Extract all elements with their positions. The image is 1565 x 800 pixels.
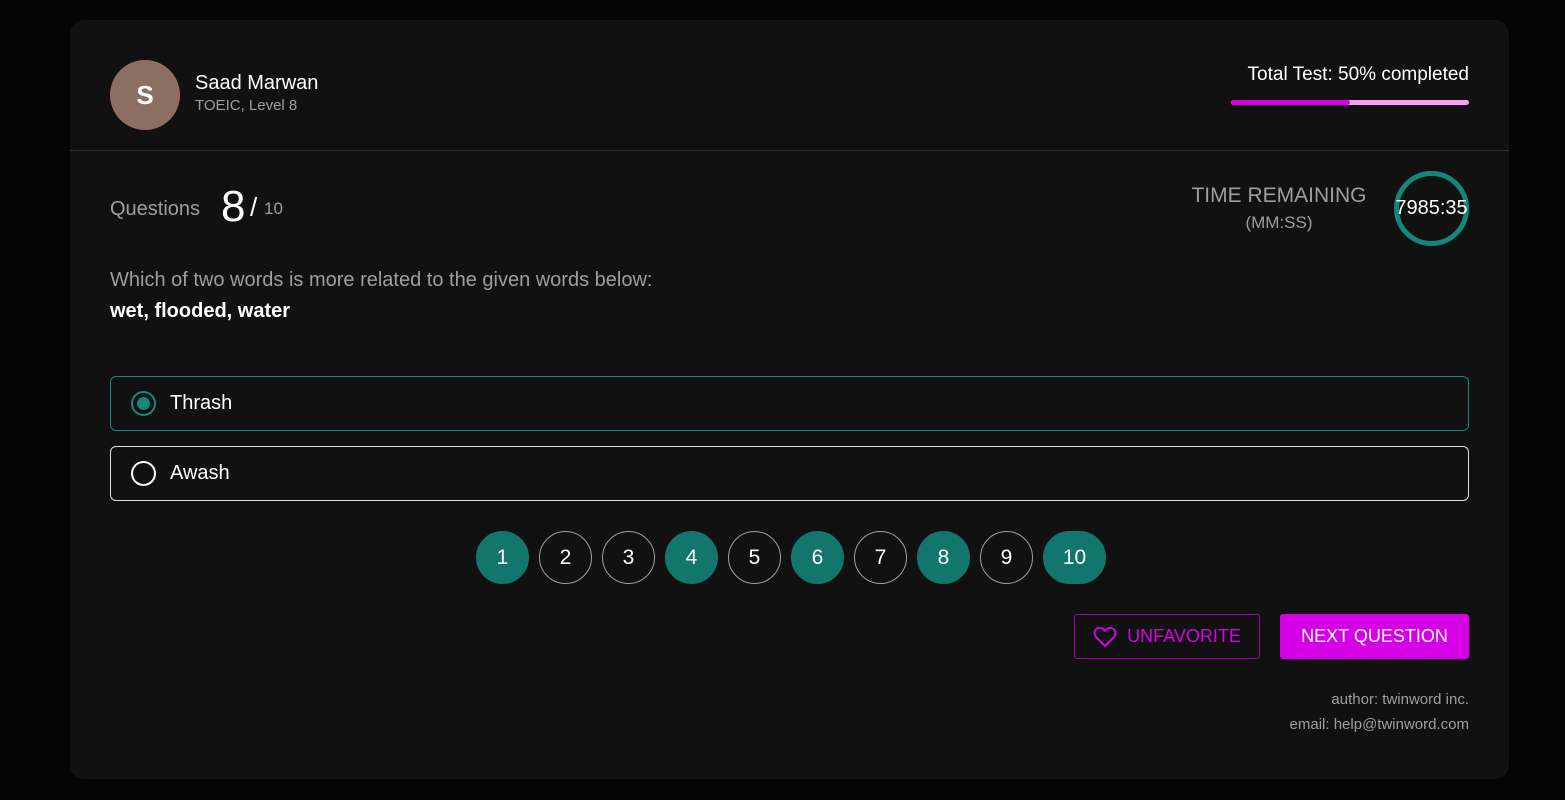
time-format-label: (MM:SS) bbox=[1245, 213, 1313, 232]
timer-value: 7985:35 bbox=[1395, 197, 1468, 219]
page-button-5[interactable]: 5 bbox=[728, 531, 781, 584]
current-question-number: 8 bbox=[221, 182, 246, 231]
test-progress-fill bbox=[1231, 100, 1350, 105]
unfavorite-button[interactable]: UNFAVORITE bbox=[1074, 614, 1260, 659]
email-text: email: help@twinword.com bbox=[1289, 716, 1469, 733]
answer-option-label: Awash bbox=[170, 462, 230, 484]
page-button-9[interactable]: 9 bbox=[980, 531, 1033, 584]
page-button-6[interactable]: 6 bbox=[791, 531, 844, 584]
test-progress-label: Total Test: 50% completed bbox=[1247, 64, 1469, 85]
page-button-2[interactable]: 2 bbox=[539, 531, 592, 584]
question-prompt: Which of two words is more related to th… bbox=[110, 269, 653, 291]
page-button-10[interactable]: 10 bbox=[1043, 531, 1106, 584]
next-question-button[interactable]: NEXT QUESTION bbox=[1280, 614, 1469, 659]
page-button-4[interactable]: 4 bbox=[665, 531, 718, 584]
answer-option-label: Thrash bbox=[170, 392, 233, 414]
radio-unselected-icon[interactable] bbox=[131, 461, 156, 486]
quiz-card: S Saad Marwan TOEIC, Level 8 Total Test:… bbox=[70, 20, 1509, 779]
test-progress-bar bbox=[1231, 100, 1469, 105]
quiz-header: S Saad Marwan TOEIC, Level 8 Total Test:… bbox=[70, 20, 1509, 151]
page-button-3[interactable]: 3 bbox=[602, 531, 655, 584]
countdown-timer: 7985:35 bbox=[1394, 171, 1469, 246]
question-count-separator: / bbox=[250, 192, 258, 222]
author-text: author: twinword inc. bbox=[1331, 691, 1469, 708]
radio-selected-icon[interactable] bbox=[131, 391, 156, 416]
time-remaining-label: TIME REMAINING bbox=[1191, 184, 1367, 207]
user-subtitle: TOEIC, Level 8 bbox=[195, 97, 298, 114]
page-button-7[interactable]: 7 bbox=[854, 531, 907, 584]
page-button-1[interactable]: 1 bbox=[476, 531, 529, 584]
question-keywords: wet, flooded, water bbox=[110, 300, 291, 322]
user-name: Saad Marwan bbox=[195, 72, 319, 94]
heart-icon bbox=[1093, 626, 1117, 647]
total-questions: 10 bbox=[264, 199, 283, 218]
answer-option-awash[interactable]: Awash bbox=[110, 446, 1469, 501]
unfavorite-label: UNFAVORITE bbox=[1127, 626, 1241, 646]
avatar: S bbox=[110, 60, 180, 130]
questions-label: Questions bbox=[110, 198, 201, 220]
answer-option-thrash[interactable]: Thrash bbox=[110, 376, 1469, 431]
page-button-8[interactable]: 8 bbox=[917, 531, 970, 584]
question-pager: 1 2 3 4 5 6 7 8 9 10 bbox=[476, 531, 1106, 584]
